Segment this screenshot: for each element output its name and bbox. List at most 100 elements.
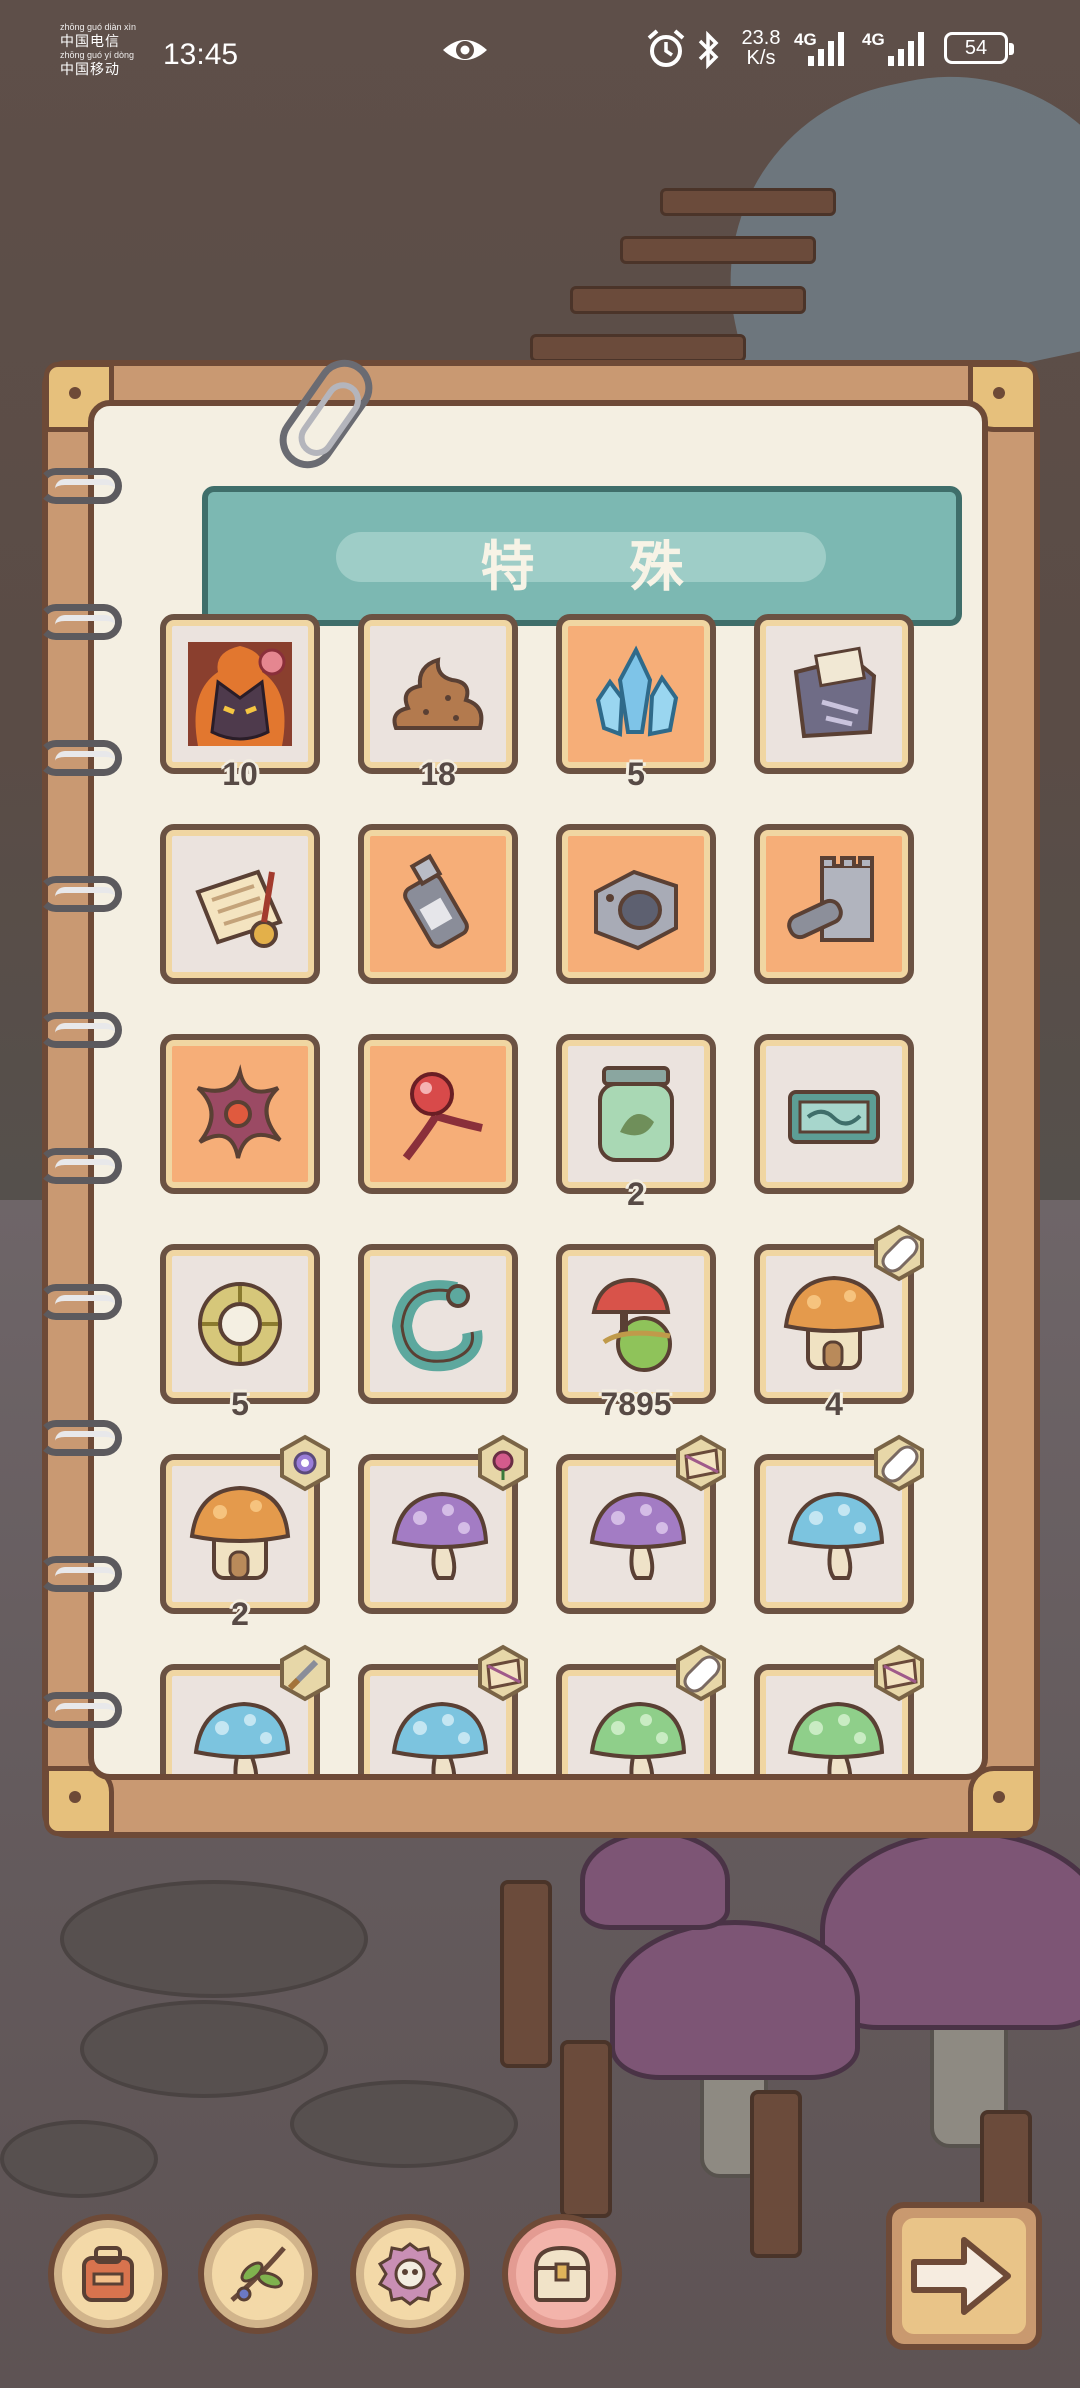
book-badge-icon — [478, 1644, 528, 1702]
nav-button-gear-skull[interactable] — [350, 2214, 470, 2334]
book-badge-icon — [874, 1644, 924, 1702]
binder-ring — [38, 1692, 122, 1728]
herb-branch-icon — [230, 2246, 286, 2302]
category-banner: 特 殊 — [202, 486, 962, 626]
teal-box-icon — [788, 1090, 880, 1144]
item-slot[interactable] — [754, 1434, 924, 1614]
binder-ring — [38, 468, 122, 504]
item-slot[interactable]: 2 — [556, 1034, 716, 1212]
sword-badge-icon — [280, 1644, 330, 1702]
network-type-2: 4G — [862, 30, 885, 49]
binder-ring — [38, 1420, 122, 1456]
item-slot[interactable]: 5 — [556, 614, 716, 792]
carrier-2: 中国移动 — [60, 61, 120, 77]
corner-bracket — [968, 1766, 1038, 1836]
status-bar: zhōng guó diàn xìn 中国电信 zhōng guó yí dòn… — [0, 0, 1080, 104]
rose-badge-icon — [478, 1434, 528, 1492]
page-title: 特 殊 — [480, 537, 724, 597]
item-slot[interactable] — [754, 614, 914, 774]
item-count: 18 — [420, 756, 456, 792]
binder-ring — [38, 1556, 122, 1592]
metal-part-icon — [594, 869, 678, 951]
carrier-labels: zhōng guó diàn xìn 中国电信 zhōng guó yí dòn… — [60, 20, 160, 76]
green-mushroom-icon — [589, 1701, 687, 1774]
treasure-chest-icon — [533, 2245, 591, 2302]
blue-mushroom-icon — [193, 1701, 291, 1774]
crystal-icon — [595, 645, 679, 737]
item-slot[interactable] — [358, 1034, 518, 1194]
red-orb-staff-icon — [402, 1072, 483, 1161]
carrier-1: 中国电信 — [60, 33, 120, 49]
binder-ring — [38, 604, 122, 640]
nav-button-treasure-chest[interactable] — [502, 2214, 622, 2334]
item-slot[interactable]: 7895 — [556, 1244, 716, 1422]
item-slot[interactable] — [754, 1034, 914, 1194]
poop-icon — [392, 657, 484, 730]
backpack-icon — [82, 2246, 134, 2302]
purple-mushroom-icon — [589, 1491, 687, 1580]
arrow-right-icon — [911, 2237, 1011, 2315]
item-slot[interactable] — [358, 1244, 518, 1404]
nav-button-backpack[interactable] — [48, 2214, 168, 2334]
signal-icon-2 — [888, 32, 924, 66]
item-slot[interactable] — [556, 1434, 726, 1614]
pill-badge-icon — [874, 1434, 924, 1492]
item-slot[interactable] — [754, 1644, 924, 1774]
gear-badge-icon — [280, 1434, 330, 1492]
item-count: 4 — [825, 1386, 843, 1422]
torn-bag-icon — [793, 646, 877, 739]
notebook-page[interactable]: 特 殊 10 18 5 2 5 7895 4 2 — [88, 400, 988, 1780]
item-slot[interactable] — [556, 1644, 726, 1774]
next-page-button[interactable] — [886, 2202, 1042, 2350]
item-count: 5 — [231, 1386, 249, 1422]
green-mushroom-icon — [787, 1701, 885, 1774]
item-slot[interactable] — [754, 824, 914, 984]
book-badge-icon — [676, 1434, 726, 1492]
binder-ring — [38, 1012, 122, 1048]
item-count: 7895 — [600, 1386, 672, 1422]
item-slot[interactable] — [358, 1434, 528, 1614]
item-slot[interactable]: 18 — [358, 614, 518, 792]
item-slot[interactable] — [160, 1644, 330, 1774]
item-slot[interactable]: 10 — [160, 614, 320, 792]
item-slot[interactable] — [556, 824, 716, 984]
orange-mushroom-house-icon — [189, 1485, 291, 1580]
gear-skull-icon — [377, 2242, 443, 2306]
pill-badge-icon — [676, 1644, 726, 1702]
binder-ring — [38, 876, 122, 912]
item-count: 5 — [627, 756, 645, 792]
blue-mushroom-icon — [787, 1491, 885, 1580]
battery-icon: 54 — [944, 32, 1014, 64]
scroll-quill-icon — [195, 869, 283, 948]
nav-button-herb-branch[interactable] — [198, 2214, 318, 2334]
item-count: 2 — [627, 1176, 645, 1212]
item-slot[interactable]: 5 — [160, 1244, 320, 1422]
signal-icon — [808, 32, 844, 66]
jade-ring-icon — [198, 1282, 282, 1366]
starfish-icon — [196, 1064, 282, 1159]
item-count: 2 — [231, 1596, 249, 1632]
orange-mushroom-house-icon — [783, 1275, 885, 1370]
pill-badge-icon — [874, 1224, 924, 1282]
item-slot[interactable] — [160, 1034, 320, 1194]
item-slot[interactable] — [358, 824, 518, 984]
item-count: 10 — [222, 756, 258, 792]
alarm-icon — [647, 29, 685, 67]
clock: 13:45 — [163, 38, 239, 71]
item-slot[interactable] — [160, 824, 320, 984]
item-slot[interactable]: 4 — [754, 1224, 924, 1422]
binder-ring — [38, 1284, 122, 1320]
fire-demon-icon — [188, 642, 292, 746]
cannon-tower-icon — [787, 856, 874, 942]
binder-ring — [38, 740, 122, 776]
purple-mushroom-icon — [391, 1491, 489, 1580]
mushroom-potion-icon — [591, 1277, 672, 1372]
item-slot[interactable]: 2 — [160, 1434, 330, 1632]
blue-mushroom-icon — [391, 1701, 489, 1774]
eye-icon — [443, 40, 487, 60]
item-slot[interactable] — [358, 1644, 528, 1774]
network-speed: 23.8 K/s — [741, 27, 781, 69]
item-notebook: 特 殊 10 18 5 2 5 7895 4 2 — [38, 348, 1040, 1838]
binder-ring — [38, 1148, 122, 1184]
bluetooth-icon — [698, 30, 719, 70]
